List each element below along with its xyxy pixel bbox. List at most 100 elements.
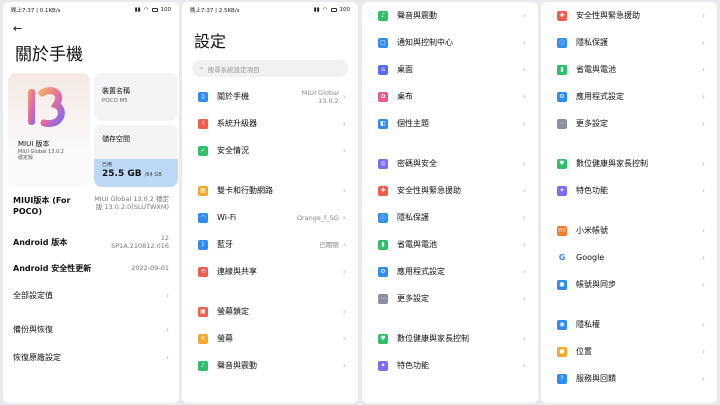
settings-item-theme[interactable]: ◧ 個性主題 › <box>362 110 538 137</box>
battery-icon <box>151 8 158 12</box>
settings-item-phone[interactable]: ▯ 關於手機 MIUI Global 13.0.2 › <box>182 83 358 110</box>
settings-item-location[interactable]: ● 位置 › <box>541 338 717 365</box>
wellbeing-icon: ♥ <box>378 333 388 344</box>
back-arrow-icon[interactable]: ← <box>3 18 179 36</box>
chevron-right-icon: › <box>522 294 526 303</box>
settings-item-value: 已關閉 <box>319 240 339 249</box>
chevron-right-icon: › <box>701 119 705 128</box>
chevron-right-icon: › <box>165 324 169 334</box>
settings-item-home[interactable]: ⌂ 桌面 › <box>362 56 538 83</box>
backup-row[interactable]: 備份與恢復 › <box>3 315 179 343</box>
chevron-right-icon: › <box>342 213 346 222</box>
settings-item-more[interactable]: ⋯ 更多設定 › <box>541 110 717 137</box>
settings-item-brightness[interactable]: ☀ 螢幕 › <box>182 325 358 352</box>
all-specs-row[interactable]: 全部設定值 › <box>3 281 179 309</box>
settings-item-privacy[interactable]: ⓘ 隱私保護 › <box>541 29 717 56</box>
google-icon: G <box>558 253 566 262</box>
location-icon: ● <box>557 346 567 357</box>
settings-item-features[interactable]: ✦ 特色功能 › <box>362 352 538 379</box>
chevron-right-icon: › <box>522 267 526 276</box>
device-name-card[interactable]: 裝置名稱 POCO M5 <box>94 73 178 121</box>
search-placeholder: 搜尋系統設定項目 <box>207 65 260 74</box>
chevron-right-icon: › <box>342 267 346 276</box>
android-version-detail: Android 版本 12 SP1A.210812.016 <box>3 229 179 255</box>
features-icon: ✦ <box>378 360 388 371</box>
chevron-right-icon: › <box>522 159 526 168</box>
settings-item-google[interactable]: G Google › <box>541 244 717 271</box>
storage-card[interactable]: 儲存空間 已用 25.5 GB /64 GB <box>94 125 178 187</box>
brightness-icon: ☀ <box>198 333 208 344</box>
settings-group-wellbeing: ♥ 數位健康與家長控制 › ✦ 特色功能 › <box>362 325 538 379</box>
notification-icon: ▢ <box>378 37 388 48</box>
settings-item-wallpaper[interactable]: ✿ 桌布 › <box>362 83 538 110</box>
settings-item-bluetooth[interactable]: ᛒ 藍牙 已關閉 › <box>182 231 358 258</box>
factory-reset-row[interactable]: 恢復原廠設定 › <box>3 343 179 371</box>
settings-item-wellbeing[interactable]: ♥ 數位健康與家長控制 › <box>362 325 538 352</box>
settings-item-label: 數位健康與家長控制 <box>576 159 648 168</box>
settings-item-privacy[interactable]: ⓘ 隱私保護 › <box>362 204 538 231</box>
settings-item-sound[interactable]: ♪ 聲音與震動 › <box>362 2 538 29</box>
settings-item-fingerprint[interactable]: ◎ 密碼與安全 › <box>362 150 538 177</box>
settings-item-label: Google <box>576 253 605 262</box>
search-input[interactable]: ⌕ 搜尋系統設定項目 <box>192 60 348 77</box>
settings-item-label: 更多設定 <box>397 294 429 303</box>
settings-item-sound[interactable]: ♪ 聲音與震動 › <box>182 352 358 379</box>
settings-item-sim[interactable]: ▤ 雙卡和行動網路 › <box>182 177 358 204</box>
settings-item-label: 小米帳號 <box>576 226 608 235</box>
settings-item-label: 省電與電池 <box>576 65 616 74</box>
feedback-icon: ? <box>557 373 567 384</box>
phone-icon: ▯ <box>198 91 208 102</box>
settings-item-label: 連線與共享 <box>217 267 257 276</box>
all-specs-label: 全部設定值 <box>13 290 53 300</box>
chevron-right-icon: › <box>522 119 526 128</box>
wallpaper-icon: ✿ <box>378 91 388 102</box>
settings-item-label: 藍牙 <box>217 240 233 249</box>
settings-group-wellbeing: ♥ 數位健康與家長控制 › ✦ 特色功能 › <box>541 150 717 204</box>
settings-item-features[interactable]: ✦ 特色功能 › <box>541 177 717 204</box>
chevron-right-icon: › <box>701 186 705 195</box>
settings-item-upgrade[interactable]: ↑ 系統升級器 › <box>182 110 358 137</box>
settings-item-label: 數位健康與家長控制 <box>397 334 469 343</box>
settings-item-feedback[interactable]: ? 服務與回饋 › <box>541 365 717 392</box>
settings-item-label: 位置 <box>576 347 592 356</box>
settings-group-accounts: mi 小米帳號 › G Google › ● 帳號與同步 › <box>541 217 717 298</box>
settings-item-battery[interactable]: ▮ 省電與電池 › <box>362 231 538 258</box>
chevron-right-icon: › <box>701 38 705 47</box>
settings-item-wellbeing[interactable]: ♥ 數位健康與家長控制 › <box>541 150 717 177</box>
chevron-right-icon: › <box>701 11 705 20</box>
settings-item-battery[interactable]: ▮ 省電與電池 › <box>541 56 717 83</box>
settings-item-account-sync[interactable]: ● 帳號與同步 › <box>541 271 717 298</box>
status-time: 晚上7:37 | 2.5KB/s <box>190 8 240 14</box>
settings-item-emergency[interactable]: ✚ 安全性與緊急援助 › <box>541 2 717 29</box>
miui-version-card[interactable]: MIUI 版本 MIUI Global 13.0.2 穩定版 <box>8 73 90 187</box>
settings-item-mi-account[interactable]: mi 小米帳號 › <box>541 217 717 244</box>
detail-value: 2022-09-01 <box>131 264 169 272</box>
settings-item-label: 特色功能 <box>576 186 608 195</box>
settings-item-wifi[interactable]: ◠ Wi-Fi Orange_f_5G › <box>182 204 358 231</box>
settings-item-value: Orange_f_5G <box>296 213 339 222</box>
chevron-right-icon: › <box>165 290 169 300</box>
settings-item-apps[interactable]: ⚙ 應用程式設定 › <box>362 258 538 285</box>
battery-icon: ▮ <box>378 239 388 250</box>
miui-13-logo-icon <box>28 87 65 128</box>
settings-item-share[interactable]: ⟲ 連線與共享 › <box>182 258 358 285</box>
settings-scrolled-more-screen: ✚ 安全性與緊急援助 › ⓘ 隱私保護 › ▮ 省電與電池 › ⚙ 應用程式設定 › ⋯ 更多設定 › ♥ 數… <box>541 2 717 403</box>
settings-item-more[interactable]: ⋯ 更多設定 › <box>362 285 538 312</box>
chevron-right-icon: › <box>522 213 526 222</box>
security-update-detail: Android 安全性更新 2022-09-01 <box>3 255 179 281</box>
chevron-right-icon: › <box>701 347 705 356</box>
settings-item-notification[interactable]: ▢ 通知與控制中心 › <box>362 29 538 56</box>
status-bar: 晚上7:37 | 2.5KB/s ▮▮ ◠ 100 <box>182 2 358 18</box>
settings-screen: 晚上7:37 | 2.5KB/s ▮▮ ◠ 100 設定 ⌕ 搜尋系統設定項目 … <box>182 2 358 403</box>
battery-icon <box>330 8 337 12</box>
settings-item-eye[interactable]: ◉ 隱私權 › <box>541 311 717 338</box>
chevron-right-icon: › <box>165 352 169 362</box>
fingerprint-icon: ◎ <box>378 158 388 169</box>
backup-label: 備份與恢復 <box>13 324 53 334</box>
settings-item-shield[interactable]: ✓ 安全情況 › <box>182 137 358 164</box>
settings-item-apps[interactable]: ⚙ 應用程式設定 › <box>541 83 717 110</box>
settings-item-lock[interactable]: ▣ 螢幕鎖定 › <box>182 298 358 325</box>
detail-value: 12 SP1A.210812.016 <box>111 234 169 250</box>
page-title: 關於手機 <box>15 45 83 65</box>
settings-item-emergency[interactable]: ✚ 安全性與緊急援助 › <box>362 177 538 204</box>
